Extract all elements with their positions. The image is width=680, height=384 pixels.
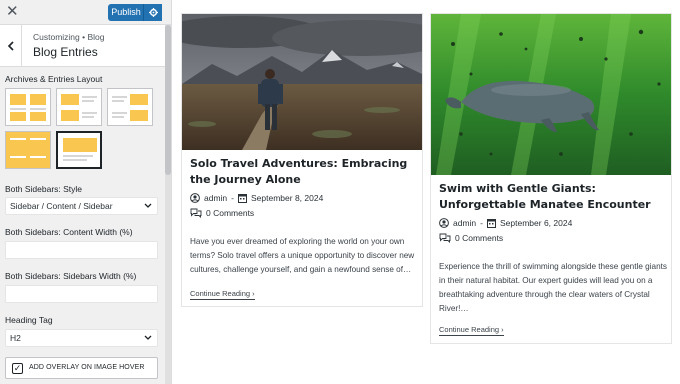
calendar-icon	[238, 194, 247, 203]
sidebars-width-input[interactable]	[5, 285, 158, 303]
chevron-left-icon	[7, 41, 14, 51]
back-button[interactable]	[0, 25, 22, 67]
post-card: Swim with Gentle Giants: Unforgettable M…	[430, 13, 672, 344]
heading-tag-value: H2	[10, 333, 21, 343]
post-excerpt: Experience the thrill of swimming alongs…	[439, 262, 668, 313]
post-author[interactable]: admin	[204, 193, 227, 203]
calendar-icon	[487, 219, 496, 228]
meta-separator: -	[231, 193, 234, 203]
comments-icon	[439, 233, 451, 243]
publish-settings-button[interactable]	[143, 4, 162, 21]
post-comments-row: 0 Comments	[190, 208, 254, 218]
breadcrumb: Customizing • Blog	[33, 32, 105, 42]
section-header: Customizing • Blog Blog Entries	[0, 25, 171, 67]
layout-option-list-alt[interactable]	[107, 88, 153, 126]
close-icon[interactable]: ✕	[6, 3, 19, 21]
customizer-panel: ✕ Publish Customizing • Blog Blog Entrie…	[0, 0, 172, 384]
post-excerpt: Have you ever dreamed of exploring the w…	[190, 237, 415, 274]
customizer-topbar: ✕ Publish	[0, 0, 171, 25]
post-date: September 6, 2024	[500, 218, 573, 228]
post-thumbnail-manatee[interactable]	[431, 14, 671, 175]
continue-reading-link[interactable]: Continue Reading ›	[190, 289, 255, 300]
post-meta: admin - September 8, 2024	[190, 193, 323, 203]
post-thumbnail-hiker[interactable]	[182, 14, 422, 150]
section-title: Blog Entries	[33, 45, 98, 59]
heading-tag-label: Heading Tag	[5, 315, 53, 325]
layout-option-grid[interactable]	[5, 88, 51, 126]
meta-separator: -	[480, 218, 483, 228]
site-preview: Solo Travel Adventures: Embracing the Jo…	[172, 0, 680, 384]
post-card: Solo Travel Adventures: Embracing the Jo…	[181, 13, 423, 307]
post-comments-row: 0 Comments	[439, 233, 503, 243]
continue-reading-link[interactable]: Continue Reading ›	[439, 325, 504, 336]
sidebars-width-label: Both Sidebars: Sidebars Width (%)	[5, 271, 137, 281]
layout-label: Archives & Entries Layout	[5, 74, 103, 84]
content-width-label: Both Sidebars: Content Width (%)	[5, 227, 133, 237]
panel-scrollbar[interactable]	[165, 25, 171, 384]
post-title[interactable]: Solo Travel Adventures: Embracing the Jo…	[190, 156, 416, 188]
sidebar-style-value: Sidebar / Content / Sidebar	[10, 201, 113, 211]
layout-option-grid-alt[interactable]	[5, 131, 51, 169]
scrollbar-thumb[interactable]	[165, 25, 171, 175]
chevron-right-icon: ›	[501, 325, 504, 334]
post-author[interactable]: admin	[453, 218, 476, 228]
post-comments-link[interactable]: 0 Comments	[206, 208, 254, 218]
comments-icon	[190, 208, 202, 218]
layout-option-boxed-selected[interactable]	[56, 131, 102, 169]
heading-tag-select[interactable]: H2	[5, 329, 158, 347]
user-icon	[190, 193, 200, 203]
gear-icon	[148, 8, 158, 17]
continue-reading-label: Continue Reading	[190, 289, 251, 298]
sidebar-style-select[interactable]: Sidebar / Content / Sidebar	[5, 197, 158, 215]
post-comments-link[interactable]: 0 Comments	[455, 233, 503, 243]
user-icon	[439, 218, 449, 228]
post-date: September 8, 2024	[251, 193, 324, 203]
continue-reading-label: Continue Reading	[439, 325, 500, 334]
post-meta: admin - September 6, 2024	[439, 218, 572, 228]
post-title[interactable]: Swim with Gentle Giants: Unforgettable M…	[439, 181, 665, 213]
chevron-down-icon	[144, 330, 152, 352]
overlay-checkbox[interactable]: ✓	[12, 363, 23, 374]
overlay-hover-toggle[interactable]: ✓ ADD OVERLAY ON IMAGE HOVER	[5, 357, 158, 379]
chevron-right-icon: ›	[252, 289, 255, 298]
chevron-down-icon	[144, 198, 152, 220]
overlay-label: ADD OVERLAY ON IMAGE HOVER	[29, 364, 145, 371]
content-width-input[interactable]	[5, 241, 158, 259]
style-label: Both Sidebars: Style	[5, 184, 83, 194]
layout-option-list[interactable]	[56, 88, 102, 126]
